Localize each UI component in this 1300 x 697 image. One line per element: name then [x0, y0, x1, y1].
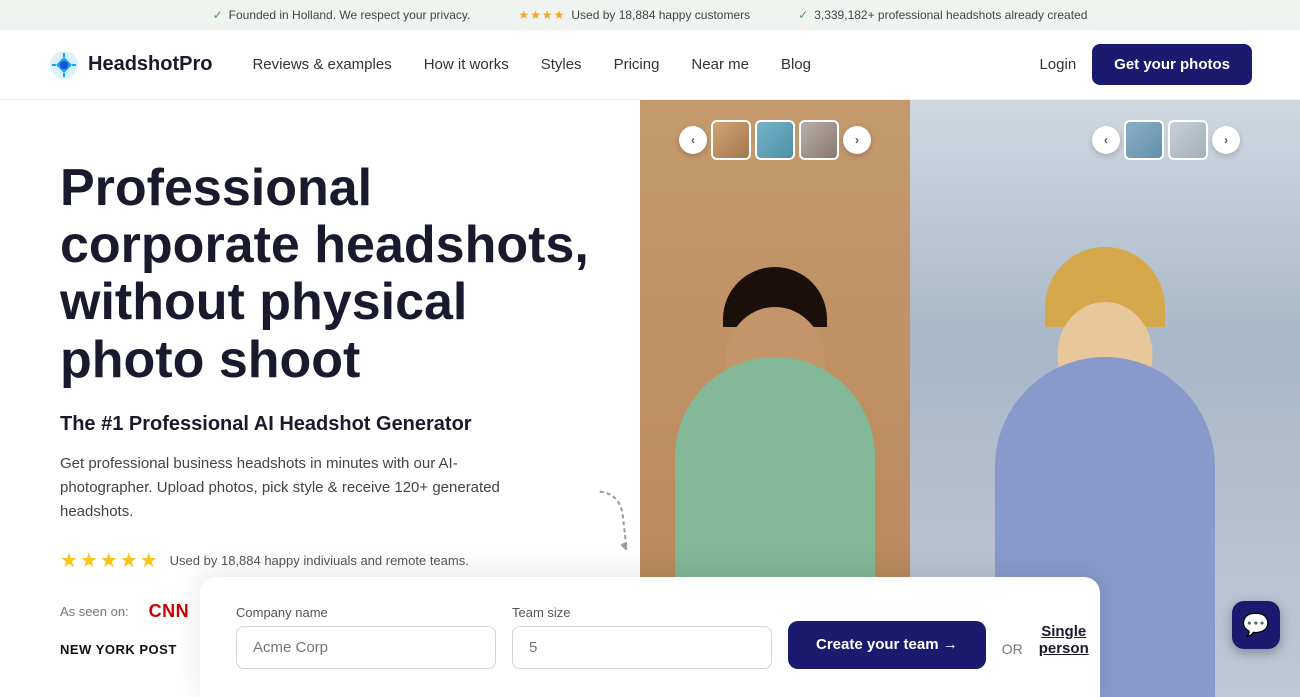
stars-icon: ★★★★ — [518, 8, 565, 22]
single-person-button[interactable]: Single person — [1039, 623, 1089, 669]
top-bar: ✓ Founded in Holland. We respect your pr… — [0, 0, 1300, 30]
chat-button[interactable]: 💬 — [1232, 601, 1280, 649]
nav-styles[interactable]: Styles — [541, 56, 582, 73]
left-arrow[interactable]: ‹ — [679, 126, 707, 154]
hero-desc: Get professional business headshots in m… — [60, 452, 540, 524]
logo-icon — [48, 49, 80, 81]
chat-icon: 💬 — [1242, 612, 1269, 638]
nav-links: Reviews & examples How it works Styles P… — [252, 56, 1039, 73]
logo-link[interactable]: HeadshotPro — [48, 49, 212, 81]
media-nypost: NEW YORK POST — [60, 642, 177, 657]
form-or-text: OR — [1002, 641, 1023, 669]
topbar-text-3: 3,339,182+ professional headshots alread… — [814, 8, 1087, 22]
check-icon-2: ✓ — [798, 8, 808, 22]
nav-how-it-works[interactable]: How it works — [424, 56, 509, 73]
media-cnn: CNN — [149, 601, 190, 622]
topbar-item-2: ★★★★ Used by 18,884 happy customers — [518, 8, 750, 22]
topbar-item-1: ✓ Founded in Holland. We respect your pr… — [213, 8, 471, 22]
nav-blog[interactable]: Blog — [781, 56, 811, 73]
topbar-text-2: Used by 18,884 happy customers — [571, 8, 750, 22]
as-seen-label: As seen on: — [60, 604, 129, 619]
right-arrow-left[interactable]: › — [843, 126, 871, 154]
right-thumbnails: ‹ › — [1092, 120, 1240, 160]
rating-stars: ★★★★★ — [60, 548, 160, 573]
right-arrow-right[interactable]: › — [1212, 126, 1240, 154]
thumb-1[interactable] — [711, 120, 751, 160]
left-thumbnails: ‹ › — [679, 120, 871, 160]
login-button[interactable]: Login — [1039, 56, 1076, 73]
create-team-button[interactable]: Create your team → — [788, 621, 986, 669]
team-size-input[interactable] — [512, 626, 772, 669]
thumb-5[interactable] — [1168, 120, 1208, 160]
hero-section: Professional corporate headshots, withou… — [0, 100, 1300, 697]
company-input[interactable] — [236, 626, 496, 669]
topbar-text-1: Founded in Holland. We respect your priv… — [229, 8, 471, 22]
company-label: Company name — [236, 605, 496, 620]
rating-text: Used by 18,884 happy indiviuals and remo… — [170, 553, 469, 568]
team-size-field: Team size — [512, 605, 772, 669]
hero-title: Professional corporate headshots, withou… — [60, 160, 592, 389]
hero-subtitle: The #1 Professional AI Headshot Generato… — [60, 413, 592, 436]
left-arrow-right[interactable]: ‹ — [1092, 126, 1120, 154]
thumb-4[interactable] — [1124, 120, 1164, 160]
nav-actions: Login Get your photos — [1039, 44, 1252, 85]
team-form: Company name Team size Create your team … — [200, 577, 1100, 697]
nav-reviews[interactable]: Reviews & examples — [252, 56, 391, 73]
thumb-3[interactable] — [799, 120, 839, 160]
navbar: HeadshotPro Reviews & examples How it wo… — [0, 30, 1300, 100]
topbar-item-3: ✓ 3,339,182+ professional headshots alre… — [798, 8, 1087, 22]
nav-pricing[interactable]: Pricing — [614, 56, 660, 73]
hero-rating: ★★★★★ Used by 18,884 happy indiviuals an… — [60, 548, 592, 573]
check-icon-1: ✓ — [213, 8, 223, 22]
team-size-label: Team size — [512, 605, 772, 620]
nav-near-me[interactable]: Near me — [691, 56, 749, 73]
logo-text: HeadshotPro — [88, 53, 212, 76]
thumb-2[interactable] — [755, 120, 795, 160]
company-field: Company name — [236, 605, 496, 669]
get-photos-button[interactable]: Get your photos — [1092, 44, 1252, 85]
